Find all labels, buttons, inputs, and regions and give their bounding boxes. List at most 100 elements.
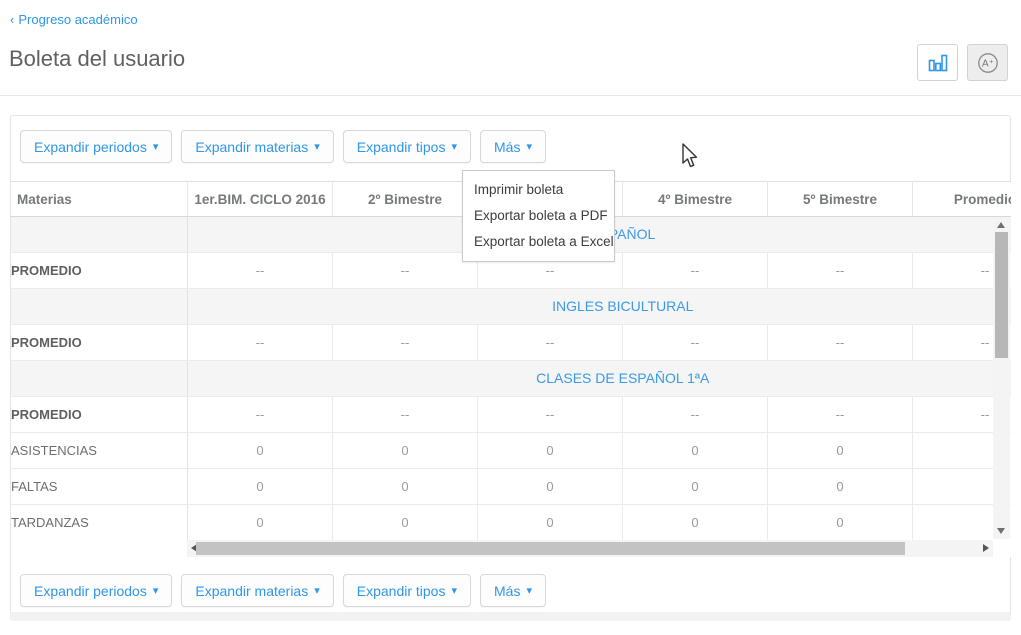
cell-value: 0 [478,505,623,541]
cell-value: 0 [333,505,478,541]
row-label: PROMEDIO [11,253,188,289]
button-label: Expandir tipos [357,583,446,599]
vertical-scroll-thumb[interactable] [995,232,1008,358]
cell-value: 0 [768,469,913,505]
cell-value: -- [188,397,333,433]
table-row: TARDANZAS00000 [11,505,1012,541]
table-row: ASISTENCIAS00000 [11,433,1012,469]
cell-value: 0 [478,433,623,469]
button-m-s[interactable]: Más ▾ [480,574,546,607]
cell-value: 0 [188,469,333,505]
section-title-cell: CLASES DE ESPAÑOL 1ªA [188,361,1012,397]
button-label: Más [494,139,520,155]
table-row: PROMEDIO------------ [11,397,1012,433]
column-header-1er-bim-ciclo-2016: 1er.BIM. CICLO 2016 [188,182,333,217]
section-row: INGLES BICULTURAL [11,289,1012,325]
page: ‹ Progreso académico Boleta del usuario A… [0,0,1021,635]
header-actions: A⁺ [917,44,1008,81]
row-label: TARDANZAS [11,505,188,541]
caret-down-icon: ▾ [451,140,457,153]
caret-down-icon: ▾ [526,584,532,597]
breadcrumb[interactable]: ‹ Progreso académico [10,12,138,27]
bar-chart-icon [928,54,948,72]
button-label: Expandir periodos [34,139,147,155]
cell-value: 0 [333,433,478,469]
button-expandir-materias[interactable]: Expandir materias ▾ [181,574,333,607]
cell-value: 0 [623,469,768,505]
menu-item-imprimir-boleta[interactable]: Imprimir boleta [463,177,614,203]
scroll-right-icon[interactable] [983,544,989,552]
button-label: Más [494,583,520,599]
page-title: Boleta del usuario [9,46,185,72]
button-m-s[interactable]: Más ▾ [480,130,546,163]
more-dropdown-menu: Imprimir boletaExportar boleta a PDFExpo… [462,170,615,262]
horizontal-scrollbar[interactable] [187,540,993,557]
cell-value: 0 [623,505,768,541]
caret-down-icon: ▾ [153,140,159,153]
column-header-5-bimestre: 5º Bimestre [768,182,913,217]
vertical-scrollbar[interactable] [993,217,1010,539]
scroll-up-icon[interactable] [997,222,1005,228]
cell-value: 0 [768,433,913,469]
button-expandir-tipos[interactable]: Expandir tipos ▾ [343,130,471,163]
header-divider [0,95,1021,96]
section-row-spacer [11,289,188,325]
column-header-4-bimestre: 4º Bimestre [623,182,768,217]
cell-value: -- [478,397,623,433]
font-size-button[interactable]: A⁺ [967,44,1008,81]
toolbar-bottom: Expandir periodos▾Expandir materias▾Expa… [20,574,546,607]
column-header-materias: Materias [11,182,188,217]
button-label: Expandir materias [195,583,308,599]
section-row: CLASES DE ESPAÑOL 1ªA [11,361,1012,397]
button-expandir-periodos[interactable]: Expandir periodos ▾ [20,574,172,607]
section-row-spacer [11,217,188,253]
table-row: FALTAS00000 [11,469,1012,505]
cell-value: -- [768,253,913,289]
caret-down-icon: ▾ [314,140,320,153]
cell-value: -- [333,253,478,289]
caret-down-icon: ▾ [314,584,320,597]
caret-down-icon: ▾ [451,584,457,597]
scrollbar-corner [993,540,1011,557]
cell-value: -- [623,325,768,361]
menu-item-exportar-boleta-a-excel[interactable]: Exportar boleta a Excel [463,229,614,255]
cell-value: -- [768,397,913,433]
toolbar-top: Expandir periodos▾Expandir materias▾Expa… [20,130,546,163]
column-header-promedio: Promedio [913,182,1012,217]
cell-value: 0 [188,433,333,469]
section-row-spacer [11,361,188,397]
button-expandir-materias[interactable]: Expandir materias▾ [181,130,333,163]
menu-item-exportar-boleta-a-pdf[interactable]: Exportar boleta a PDF [463,203,614,229]
cell-value: -- [768,325,913,361]
caret-down-icon: ▾ [153,584,159,597]
section-title-cell: INGLES BICULTURAL [188,289,1012,325]
cell-value: 0 [768,505,913,541]
row-label: PROMEDIO [11,397,188,433]
button-expandir-tipos[interactable]: Expandir tipos ▾ [343,574,471,607]
cell-value: 0 [478,469,623,505]
cell-value: -- [478,325,623,361]
subject-link[interactable]: INGLES BICULTURAL [552,298,693,314]
scroll-down-icon[interactable] [997,528,1005,534]
cell-value: -- [333,397,478,433]
chart-view-button[interactable] [917,44,958,81]
cell-value: -- [333,325,478,361]
row-label: PROMEDIO [11,325,188,361]
cell-value: 0 [188,505,333,541]
button-expandir-periodos[interactable]: Expandir periodos ▾ [20,130,172,163]
caret-down-icon: ▾ [526,140,532,153]
horizontal-scroll-thumb[interactable] [196,542,905,555]
chevron-left-icon: ‹ [10,12,14,27]
breadcrumb-label: Progreso académico [18,12,137,27]
subject-link[interactable]: CLASES DE ESPAÑOL 1ªA [536,370,709,386]
cell-value: 0 [333,469,478,505]
table-row: PROMEDIO------------ [11,325,1012,361]
mouse-cursor [681,143,700,170]
panel-footer-band [10,612,1011,621]
button-label: Expandir periodos [34,583,147,599]
button-label: Expandir tipos [357,139,446,155]
cell-value: -- [623,253,768,289]
row-label: FALTAS [11,469,188,505]
column-header-2-bimestre: 2º Bimestre [333,182,478,217]
cell-value: -- [188,253,333,289]
